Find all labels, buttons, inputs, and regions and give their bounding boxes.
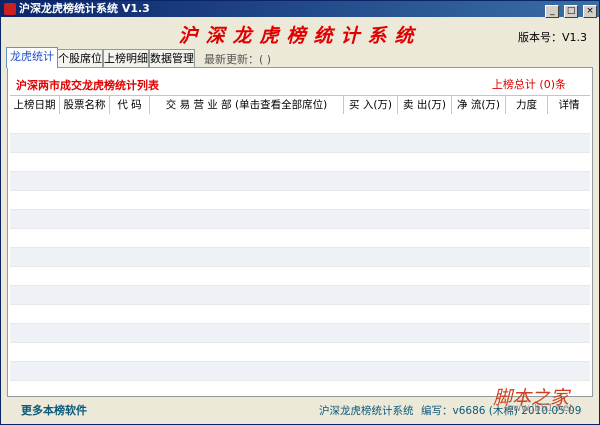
tab-dragon-tiger-stats[interactable]: 龙虎统计 — [6, 47, 58, 68]
tab-bar: 龙虎统计 个股席位 上榜明细 数据管理 最新更新：( ) — [6, 47, 596, 68]
table-body — [10, 115, 590, 396]
footer-app-name: 沪深龙虎榜统计系统 — [319, 405, 414, 417]
minimize-button[interactable]: _ — [545, 5, 560, 18]
table-row[interactable] — [10, 229, 590, 248]
table-row[interactable] — [10, 134, 590, 153]
table-header: 上榜日期 股票名称 代 码 交 易 营 业 部 (单击查看全部席位) 买 入(万… — [10, 96, 590, 114]
table-row[interactable] — [10, 153, 590, 172]
list-title: 沪深两市成交龙虎榜统计列表 — [16, 79, 159, 92]
maximize-button[interactable]: □ — [564, 5, 579, 18]
col-strength[interactable]: 力度 — [506, 96, 548, 114]
table-row[interactable] — [10, 362, 590, 381]
table-row[interactable] — [10, 248, 590, 267]
table-row[interactable] — [10, 324, 590, 343]
table-row[interactable] — [10, 267, 590, 286]
col-sell[interactable]: 卖 出(万) — [398, 96, 452, 114]
panel-header: 沪深两市成交龙虎榜统计列表 上榜总计 (0)条 — [8, 68, 592, 94]
version-label: 版本号：V1.3 — [517, 31, 587, 44]
col-date[interactable]: 上榜日期 — [10, 96, 60, 114]
window-controls: _ □ × — [544, 2, 597, 18]
window-title: 沪深龙虎榜统计系统 V1.3 — [19, 2, 150, 15]
stats-table[interactable]: 上榜日期 股票名称 代 码 交 易 营 业 部 (单击查看全部席位) 买 入(万… — [10, 95, 590, 396]
table-row[interactable] — [10, 115, 590, 134]
total-count: 上榜总计 (0)条 — [491, 78, 566, 91]
last-update-label: 最新更新：( ) — [204, 53, 272, 66]
col-net-flow[interactable]: 净 流(万) — [452, 96, 506, 114]
app-window: 沪深龙虎榜统计系统 V1.3 _ □ × 沪深龙虎榜统计系统 版本号：V1.3 … — [0, 0, 600, 425]
table-row[interactable] — [10, 343, 590, 362]
stats-panel: 沪深两市成交龙虎榜统计列表 上榜总计 (0)条 上榜日期 股票名称 代 码 交 … — [7, 67, 593, 397]
close-button[interactable]: × — [583, 5, 597, 18]
table-row[interactable] — [10, 210, 590, 229]
title-bar[interactable]: 沪深龙虎榜统计系统 V1.3 _ □ × — [1, 1, 599, 18]
banner: 沪深龙虎榜统计系统 版本号：V1.3 — [1, 18, 599, 47]
col-brokerage[interactable]: 交 易 营 业 部 (单击查看全部席位) — [150, 96, 344, 114]
tab-stock-seats[interactable]: 个股席位 — [57, 49, 103, 67]
tab-data-management[interactable]: 数据管理 — [149, 49, 195, 67]
more-software-link[interactable]: 更多本榜软件 — [21, 402, 87, 418]
col-details[interactable]: 详情 — [548, 96, 590, 114]
table-row[interactable] — [10, 191, 590, 210]
table-row[interactable] — [10, 305, 590, 324]
col-stock-name[interactable]: 股票名称 — [60, 96, 110, 114]
watermark-url: www.jb51.net — [504, 403, 573, 414]
banner-title: 沪深龙虎榜统计系统 — [178, 25, 422, 47]
table-row[interactable] — [10, 172, 590, 191]
app-icon — [4, 3, 16, 15]
col-code[interactable]: 代 码 — [110, 96, 150, 114]
table-row[interactable] — [10, 286, 590, 305]
col-buy[interactable]: 买 入(万) — [344, 96, 398, 114]
tab-list-details[interactable]: 上榜明细 — [103, 49, 149, 67]
